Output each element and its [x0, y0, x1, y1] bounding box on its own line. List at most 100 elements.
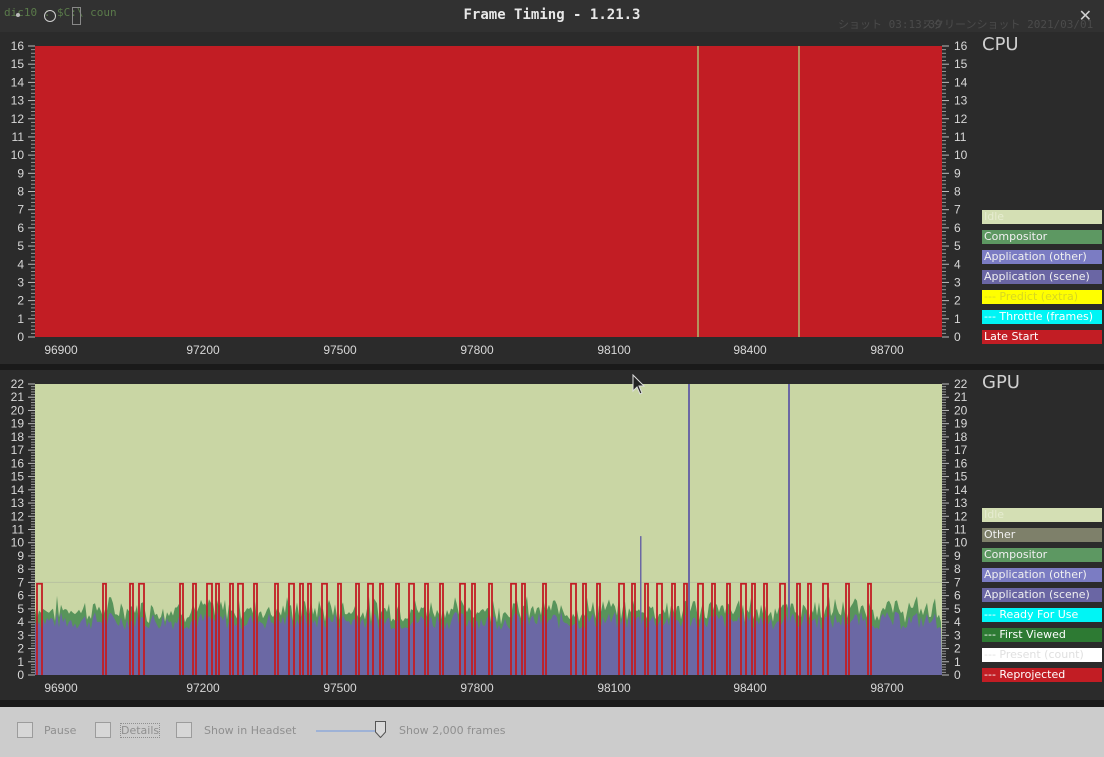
gpu-panel: 0 0 1 1 2 2 3 3 4 4 5 5 6 6 7 7 8 8 9 9 10 10 11 11 12 12 13 13 14 14…	[0, 370, 1104, 700]
gpu-x-tick-label: 98700	[870, 681, 904, 695]
window-title: Frame Timing - 1.21.3	[463, 7, 641, 23]
gpu-y-tick-right: 15	[954, 470, 968, 484]
cpu-spike	[697, 46, 699, 337]
gpu-x-tick-label: 97200	[186, 681, 220, 695]
cpu-legend-item: --- Throttle (frames)	[982, 310, 1102, 324]
gpu-y-tick-right: 16	[954, 456, 968, 470]
gpu-y-tick-left: 8	[17, 562, 24, 576]
cpu-y-tick-left: 9	[17, 166, 24, 180]
gpu-y-tick-right: 8	[954, 562, 961, 576]
gpu-y-tick-left: 13	[11, 496, 25, 510]
gpu-y-tick-right: 22	[954, 377, 968, 391]
gpu-y-tick-left: 18	[11, 430, 25, 444]
gpu-y-tick-right: 1	[954, 655, 961, 669]
gpu-x-tick-label: 98100	[597, 681, 631, 695]
gpu-spike-small	[640, 536, 642, 675]
gpu-y-tick-right: 6	[954, 589, 961, 603]
cpu-panel: 0 0 1 1 2 2 3 3 4 4 5 5 6 6 7 7 8 8 9 9 10 10 11 11 12 12 13 13 14 14…	[0, 32, 1104, 364]
show-in-headset-checkbox[interactable]	[176, 722, 192, 738]
cpu-x-tick-label: 98100	[597, 343, 631, 357]
cpu-legend-item: Application (scene)	[982, 270, 1102, 284]
gpu-legend: Idle Other Compositor Application (other) Ap…	[982, 508, 1102, 688]
cpu-late-start-area	[35, 46, 942, 337]
frames-slider-handle[interactable]	[375, 721, 386, 738]
gpu-y-tick-left: 7	[17, 575, 24, 589]
cpu-x-tick-label: 97800	[460, 343, 494, 357]
details-label[interactable]: Details	[119, 723, 161, 738]
cpu-y-tick-left: 12	[11, 112, 25, 126]
cpu-y-tick-left: 14	[11, 75, 25, 89]
cpu-y-tick-right: 13	[954, 94, 968, 108]
cpu-legend: Idle Compositor Application (other) Applica…	[982, 210, 1102, 350]
gpu-y-tick-left: 12	[11, 509, 25, 523]
cpu-x-tick-label: 96900	[44, 343, 78, 357]
cpu-y-tick-left: 2	[17, 294, 24, 308]
cpu-spike	[798, 46, 800, 337]
cpu-legend-item: --- Predict (extra)	[982, 290, 1102, 304]
pause-label: Pause	[44, 724, 77, 737]
pause-checkbox[interactable]	[17, 722, 33, 738]
gpu-y-tick-right: 7	[954, 575, 961, 589]
gpu-legend-item: --- First Viewed	[982, 628, 1102, 642]
cpu-legend-item: Application (other)	[982, 250, 1102, 264]
gpu-x-tick-label: 96900	[44, 681, 78, 695]
gpu-y-tick-left: 2	[17, 642, 24, 656]
cpu-y-tick-right: 11	[954, 130, 967, 144]
gpu-y-tick-left: 15	[11, 470, 25, 484]
cpu-y-tick-left: 15	[11, 57, 25, 71]
gpu-x-tick-label: 97500	[323, 681, 357, 695]
cpu-y-tick-left: 4	[17, 257, 24, 271]
cpu-y-tick-left: 5	[17, 239, 24, 253]
gpu-chart: 0 01 12 23 34 45 56 67 78 89 910 1011 1112 1213 1314 14…	[11, 377, 968, 695]
gpu-y-tick-right: 0	[954, 668, 961, 682]
gpu-y-tick-right: 18	[954, 430, 968, 444]
cpu-y-tick-right: 0	[954, 330, 961, 344]
show-frames-label: Show 2,000 frames	[399, 724, 506, 737]
gpu-legend-item: --- Present (count)	[982, 648, 1102, 662]
cpu-legend-item: Late Start	[982, 330, 1102, 344]
gpu-y-tick-right: 2	[954, 642, 961, 656]
cpu-y-tick-left: 11	[12, 130, 25, 144]
cpu-y-tick-left: 13	[11, 94, 25, 108]
gpu-y-tick-right: 5	[954, 602, 961, 616]
bottom-divider	[0, 700, 1104, 707]
frames-slider-track[interactable]	[316, 730, 380, 732]
cpu-y-tick-right: 12	[954, 112, 968, 126]
cpu-y-tick-right: 16	[954, 39, 968, 53]
gpu-y-tick-right: 21	[954, 390, 968, 404]
gpu-y-tick-right: 14	[954, 483, 968, 497]
gpu-legend-item: Other	[982, 528, 1102, 542]
gpu-y-tick-right: 10	[954, 536, 968, 550]
cpu-x-tick-label: 97200	[186, 343, 220, 357]
gpu-y-tick-left: 11	[12, 523, 25, 537]
gpu-y-tick-left: 5	[17, 602, 24, 616]
cpu-x-tick-label: 97500	[323, 343, 357, 357]
cpu-y-tick-right: 7	[954, 203, 961, 217]
cpu-y-tick-right: 8	[954, 185, 961, 199]
gpu-y-tick-left: 17	[11, 443, 25, 457]
cpu-x-tick-label: 98700	[870, 343, 904, 357]
cpu-y-tick-right: 10	[954, 148, 968, 162]
gpu-y-tick-right: 13	[954, 496, 968, 510]
cpu-panel-title: CPU	[982, 34, 1019, 55]
cpu-y-tick-left: 7	[17, 203, 24, 217]
show-in-headset-label: Show in Headset	[204, 724, 297, 737]
mouse-cursor-icon	[632, 374, 646, 395]
gpu-x-tick-label: 98400	[733, 681, 767, 695]
gpu-legend-item: Compositor	[982, 548, 1102, 562]
title-bar: dic10 : $C:\ coun ショット 03:13:39 スクリーンショッ…	[0, 0, 1104, 45]
gpu-y-tick-left: 1	[17, 655, 24, 669]
cpu-x-tick-label: 98400	[733, 343, 767, 357]
gpu-y-tick-right: 19	[954, 417, 968, 431]
gpu-spike	[688, 384, 690, 675]
gpu-y-tick-left: 22	[11, 377, 25, 391]
cpu-y-tick-right: 15	[954, 57, 968, 71]
close-icon[interactable]: ✕	[1079, 6, 1092, 25]
gpu-y-tick-right: 3	[954, 628, 961, 642]
cpu-legend-item: Compositor	[982, 230, 1102, 244]
cpu-y-tick-right: 5	[954, 239, 961, 253]
gpu-y-tick-left: 9	[17, 549, 24, 563]
gpu-spike	[788, 384, 790, 675]
details-checkbox[interactable]	[95, 722, 111, 738]
gpu-y-tick-right: 12	[954, 509, 968, 523]
